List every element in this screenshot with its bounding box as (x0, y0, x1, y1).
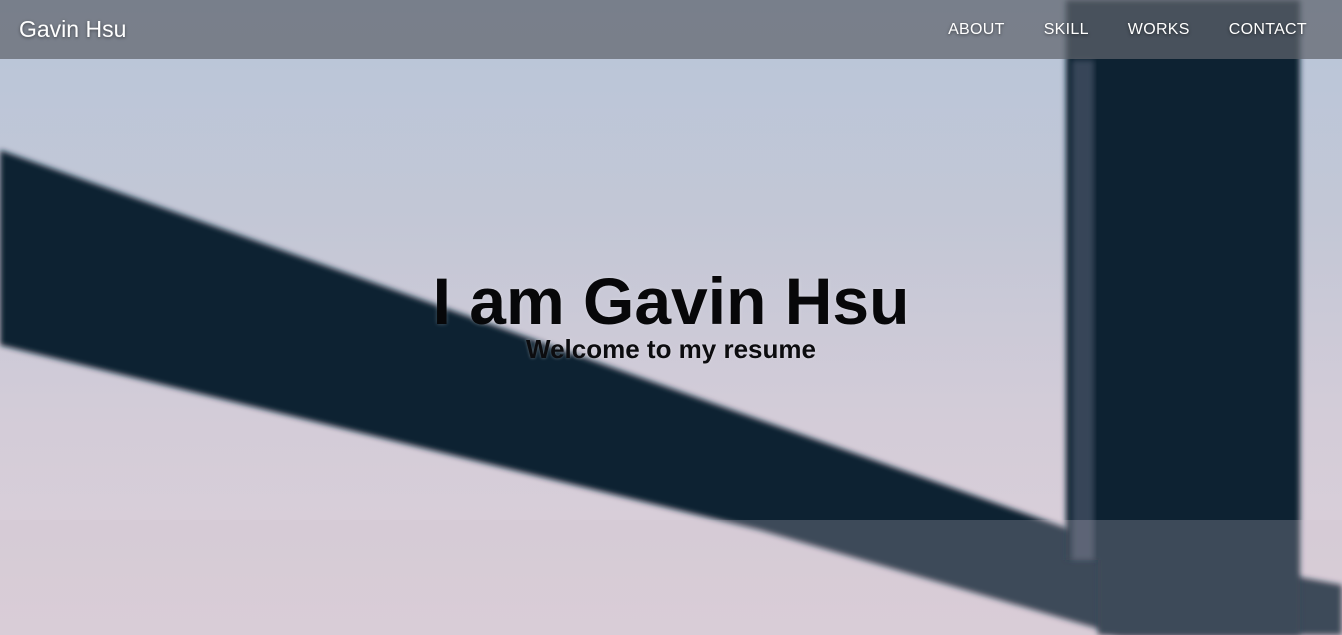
nav-link-contact[interactable]: CONTACT (1229, 21, 1307, 39)
hero-subtitle: Welcome to my resume (526, 334, 816, 364)
brand-link[interactable]: Gavin Hsu (19, 16, 126, 43)
nav-link-skill[interactable]: SKILL (1044, 21, 1089, 39)
nav-link-about[interactable]: ABOUT (948, 21, 1005, 39)
hero-text: I am Gavin Hsu Welcome to my resume (0, 262, 1342, 365)
nav-menu: ABOUT SKILL WORKS CONTACT (909, 21, 1307, 39)
hero-title: I am Gavin Hsu (432, 264, 910, 338)
nav-link-works[interactable]: WORKS (1128, 21, 1190, 39)
top-navbar: Gavin Hsu ABOUT SKILL WORKS CONTACT (0, 0, 1342, 59)
